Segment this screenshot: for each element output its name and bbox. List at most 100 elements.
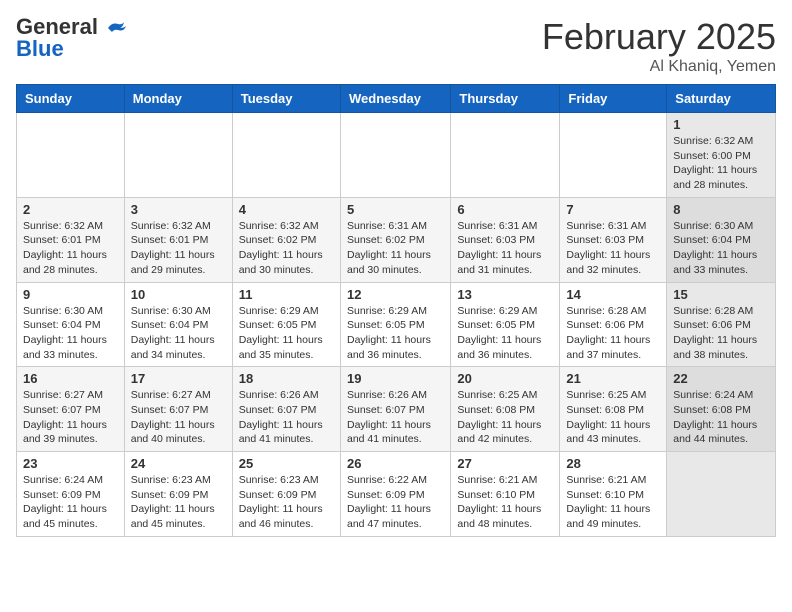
day-info: Sunrise: 6:26 AM Sunset: 6:07 PM Dayligh… xyxy=(239,388,334,447)
day-info: Sunrise: 6:27 AM Sunset: 6:07 PM Dayligh… xyxy=(23,388,118,447)
day-info: Sunrise: 6:32 AM Sunset: 6:01 PM Dayligh… xyxy=(23,219,118,278)
header-monday: Monday xyxy=(124,85,232,113)
header-tuesday: Tuesday xyxy=(232,85,340,113)
day-cell: 20 Sunrise: 6:25 AM Sunset: 6:08 PM Dayli… xyxy=(451,367,560,452)
day-cell xyxy=(340,113,450,198)
day-number: 15 xyxy=(673,287,769,302)
day-number: 20 xyxy=(457,371,553,386)
day-cell: 23Sunrise: 6:24 AM Sunset: 6:09 PM Dayli… xyxy=(17,452,125,537)
day-info: Sunrise: 6:24 AM Sunset: 6:09 PM Dayligh… xyxy=(23,473,118,532)
day-cell: 9Sunrise: 6:30 AM Sunset: 6:04 PM Daylig… xyxy=(17,282,125,367)
day-number: 7 xyxy=(566,202,660,217)
day-cell: 27Sunrise: 6:21 AM Sunset: 6:10 PM Dayli… xyxy=(451,452,560,537)
day-cell: 10 Sunrise: 6:30 AM Sunset: 6:04 PM Dayli… xyxy=(124,282,232,367)
day-cell: 15 Sunrise: 6:28 AM Sunset: 6:06 PM Dayli… xyxy=(667,282,776,367)
header-wednesday: Wednesday xyxy=(340,85,450,113)
day-cell: 12Sunrise: 6:29 AM Sunset: 6:05 PM Dayli… xyxy=(340,282,450,367)
day-number: 10 xyxy=(131,287,226,302)
day-cell: 8 Sunrise: 6:30 AM Sunset: 6:04 PM Daylig… xyxy=(667,197,776,282)
day-number: 24 xyxy=(131,456,226,471)
day-number: 2 xyxy=(23,202,118,217)
day-number: 12 xyxy=(347,287,444,302)
day-info: Sunrise: 6:21 AM Sunset: 6:10 PM Dayligh… xyxy=(566,473,660,532)
day-cell: 11 Sunrise: 6:29 AM Sunset: 6:05 PM Dayli… xyxy=(232,282,340,367)
week-row-1: 2 Sunrise: 6:32 AM Sunset: 6:01 PM Daylig… xyxy=(17,197,776,282)
day-cell: 18 Sunrise: 6:26 AM Sunset: 6:07 PM Dayli… xyxy=(232,367,340,452)
day-info: Sunrise: 6:23 AM Sunset: 6:09 PM Dayligh… xyxy=(131,473,226,532)
day-number: 18 xyxy=(239,371,334,386)
logo: General Blue xyxy=(16,16,126,62)
day-info: Sunrise: 6:29 AM Sunset: 6:05 PM Dayligh… xyxy=(239,304,334,363)
day-number: 25 xyxy=(239,456,334,471)
day-cell xyxy=(451,113,560,198)
day-number: 17 xyxy=(131,371,226,386)
month-title: February 2025 xyxy=(542,16,776,58)
week-row-2: 9Sunrise: 6:30 AM Sunset: 6:04 PM Daylig… xyxy=(17,282,776,367)
day-cell xyxy=(667,452,776,537)
day-info: Sunrise: 6:30 AM Sunset: 6:04 PM Dayligh… xyxy=(23,304,118,363)
day-cell: 25Sunrise: 6:23 AM Sunset: 6:09 PM Dayli… xyxy=(232,452,340,537)
day-cell xyxy=(17,113,125,198)
day-info: Sunrise: 6:30 AM Sunset: 6:04 PM Dayligh… xyxy=(673,219,769,278)
day-cell: 6 Sunrise: 6:31 AM Sunset: 6:03 PM Daylig… xyxy=(451,197,560,282)
day-cell xyxy=(232,113,340,198)
day-number: 27 xyxy=(457,456,553,471)
day-info: Sunrise: 6:28 AM Sunset: 6:06 PM Dayligh… xyxy=(566,304,660,363)
day-number: 26 xyxy=(347,456,444,471)
day-cell: 17 Sunrise: 6:27 AM Sunset: 6:07 PM Dayli… xyxy=(124,367,232,452)
day-info: Sunrise: 6:32 AM Sunset: 6:02 PM Dayligh… xyxy=(239,219,334,278)
logo-bird-icon xyxy=(106,20,126,36)
day-info: Sunrise: 6:31 AM Sunset: 6:03 PM Dayligh… xyxy=(566,219,660,278)
day-cell xyxy=(124,113,232,198)
day-cell: 3Sunrise: 6:32 AM Sunset: 6:01 PM Daylig… xyxy=(124,197,232,282)
day-info: Sunrise: 6:25 AM Sunset: 6:08 PM Dayligh… xyxy=(566,388,660,447)
week-row-3: 16 Sunrise: 6:27 AM Sunset: 6:07 PM Dayli… xyxy=(17,367,776,452)
day-cell: 21 Sunrise: 6:25 AM Sunset: 6:08 PM Dayli… xyxy=(560,367,667,452)
day-number: 1 xyxy=(673,117,769,132)
day-number: 5 xyxy=(347,202,444,217)
day-cell: 16 Sunrise: 6:27 AM Sunset: 6:07 PM Dayli… xyxy=(17,367,125,452)
day-number: 14 xyxy=(566,287,660,302)
day-number: 13 xyxy=(457,287,553,302)
day-number: 11 xyxy=(239,287,334,302)
day-cell: 7 Sunrise: 6:31 AM Sunset: 6:03 PM Daylig… xyxy=(560,197,667,282)
day-cell: 13 Sunrise: 6:29 AM Sunset: 6:05 PM Dayli… xyxy=(451,282,560,367)
header-sunday: Sunday xyxy=(17,85,125,113)
day-cell: 2 Sunrise: 6:32 AM Sunset: 6:01 PM Daylig… xyxy=(17,197,125,282)
logo-blue: Blue xyxy=(16,36,64,62)
day-number: 19 xyxy=(347,371,444,386)
day-info: Sunrise: 6:31 AM Sunset: 6:03 PM Dayligh… xyxy=(457,219,553,278)
header-saturday: Saturday xyxy=(667,85,776,113)
week-row-4: 23Sunrise: 6:24 AM Sunset: 6:09 PM Dayli… xyxy=(17,452,776,537)
day-info: Sunrise: 6:29 AM Sunset: 6:05 PM Dayligh… xyxy=(457,304,553,363)
day-cell: 4Sunrise: 6:32 AM Sunset: 6:02 PM Daylig… xyxy=(232,197,340,282)
day-number: 28 xyxy=(566,456,660,471)
day-cell: 19 Sunrise: 6:26 AM Sunset: 6:07 PM Dayli… xyxy=(340,367,450,452)
location-title: Al Khaniq, Yemen xyxy=(542,58,776,76)
header-thursday: Thursday xyxy=(451,85,560,113)
day-cell: 5Sunrise: 6:31 AM Sunset: 6:02 PM Daylig… xyxy=(340,197,450,282)
day-number: 8 xyxy=(673,202,769,217)
day-cell: 1 Sunrise: 6:32 AM Sunset: 6:00 PM Daylig… xyxy=(667,113,776,198)
day-number: 21 xyxy=(566,371,660,386)
day-info: Sunrise: 6:32 AM Sunset: 6:00 PM Dayligh… xyxy=(673,134,769,193)
calendar-header-row: SundayMondayTuesdayWednesdayThursdayFrid… xyxy=(17,85,776,113)
day-cell: 24 Sunrise: 6:23 AM Sunset: 6:09 PM Dayli… xyxy=(124,452,232,537)
day-cell: 28 Sunrise: 6:21 AM Sunset: 6:10 PM Dayli… xyxy=(560,452,667,537)
day-info: Sunrise: 6:32 AM Sunset: 6:01 PM Dayligh… xyxy=(131,219,226,278)
day-cell: 26 Sunrise: 6:22 AM Sunset: 6:09 PM Dayli… xyxy=(340,452,450,537)
day-number: 6 xyxy=(457,202,553,217)
day-number: 22 xyxy=(673,371,769,386)
page-header: General Blue February 2025 Al Khaniq, Ye… xyxy=(16,16,776,76)
day-info: Sunrise: 6:24 AM Sunset: 6:08 PM Dayligh… xyxy=(673,388,769,447)
day-number: 16 xyxy=(23,371,118,386)
week-row-0: 1 Sunrise: 6:32 AM Sunset: 6:00 PM Daylig… xyxy=(17,113,776,198)
day-info: Sunrise: 6:27 AM Sunset: 6:07 PM Dayligh… xyxy=(131,388,226,447)
day-info: Sunrise: 6:30 AM Sunset: 6:04 PM Dayligh… xyxy=(131,304,226,363)
day-info: Sunrise: 6:22 AM Sunset: 6:09 PM Dayligh… xyxy=(347,473,444,532)
day-cell: 22 Sunrise: 6:24 AM Sunset: 6:08 PM Dayli… xyxy=(667,367,776,452)
day-info: Sunrise: 6:25 AM Sunset: 6:08 PM Dayligh… xyxy=(457,388,553,447)
title-block: February 2025 Al Khaniq, Yemen xyxy=(542,16,776,76)
day-info: Sunrise: 6:26 AM Sunset: 6:07 PM Dayligh… xyxy=(347,388,444,447)
day-info: Sunrise: 6:28 AM Sunset: 6:06 PM Dayligh… xyxy=(673,304,769,363)
